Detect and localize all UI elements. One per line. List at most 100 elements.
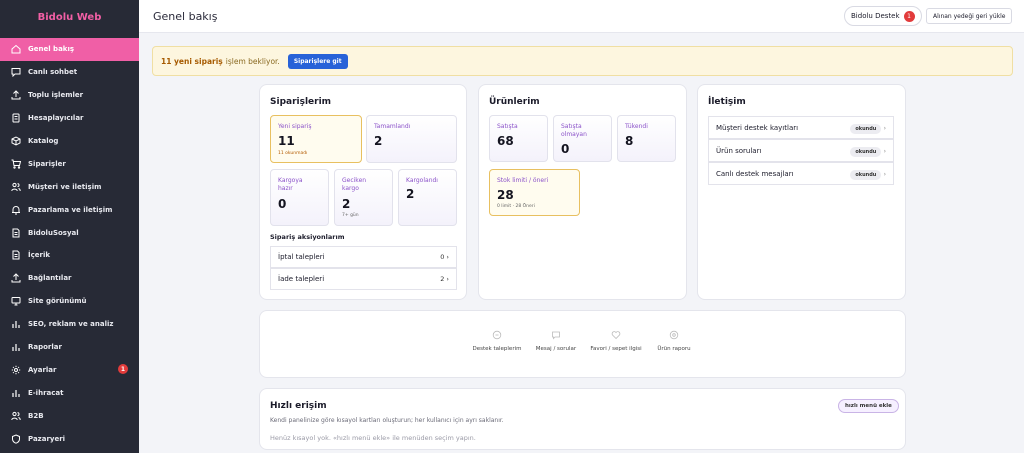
- sidebar-item-hesaplayicilar[interactable]: Hesaplayıcılar: [0, 107, 139, 130]
- orders-card: Siparişlerim Yeni sipariş 11 11 okunmadı…: [259, 84, 467, 300]
- order-actions-title: Sipariş aksiyonlarım: [270, 233, 345, 241]
- products-title: Ürünlerim: [489, 97, 540, 107]
- sidebar-item-label: Hesaplayıcılar: [28, 114, 84, 123]
- sidebar-item-musteri-iletisim[interactable]: Müşteri ve iletişim: [0, 175, 139, 198]
- shortcut-messages[interactable]: Mesaj / sorular: [526, 330, 586, 353]
- shortcut-favorites[interactable]: Favori / sepet ilgisi: [586, 330, 646, 353]
- sidebar-item-label: Site görünümü: [28, 297, 87, 306]
- support-button[interactable]: Bidolu Destek 1: [844, 6, 922, 26]
- heart-icon: [611, 331, 621, 340]
- sidebar-item-baglantilar[interactable]: Bağlantılar: [0, 267, 139, 290]
- sidebar-item-label: Pazarlama ve iletişim: [28, 205, 113, 214]
- sidebar-item-label: Bağlantılar: [28, 274, 72, 283]
- sidebar-item-label: BidoluSosyal: [28, 228, 79, 237]
- stat-value: 8: [625, 134, 634, 148]
- live-support-row[interactable]: Canlı destek mesajları okundu ›: [708, 162, 894, 185]
- bell-icon: [12, 205, 20, 215]
- sidebar-item-bidolusosyal[interactable]: BidoluSosyal: [0, 221, 139, 244]
- sidebar-item-siparisler[interactable]: Siparişler: [0, 152, 139, 175]
- brand-logo[interactable]: Bidolu Web: [0, 0, 139, 34]
- sidebar-item-katalog[interactable]: Katalog: [0, 130, 139, 153]
- row-count: 2 ›: [440, 275, 449, 283]
- upload-icon: [11, 90, 21, 100]
- document-icon: [12, 250, 20, 260]
- chevron-right-icon: ›: [883, 124, 886, 132]
- support-label: Bidolu Destek: [851, 12, 900, 20]
- sidebar-item-label: Siparişler: [28, 159, 66, 168]
- product-questions-row[interactable]: Ürün soruları okundu ›: [708, 139, 894, 162]
- sidebar-item-seo[interactable]: SEO, reklam ve analiz: [0, 313, 139, 336]
- go-to-orders-button[interactable]: Siparişlere git: [287, 53, 348, 69]
- row-label: Müşteri destek kayıtları: [716, 123, 799, 132]
- shortcuts-card: Destek taleplerim Mesaj / sorular Favori…: [259, 310, 906, 378]
- stat-value: 0: [561, 142, 570, 156]
- shortcut-label: Mesaj / sorular: [535, 346, 577, 352]
- sidebar-item-label: B2B: [28, 411, 44, 420]
- stat-sub: 7+ gün: [342, 213, 359, 218]
- shield-icon: [12, 434, 20, 444]
- quick-access-card: Hızlı erişim hızlı menü ekle Kendi panel…: [259, 388, 906, 450]
- sidebar-item-pazaryeri[interactable]: Pazaryeri: [0, 427, 139, 450]
- sidebar-item-pazarlama[interactable]: Pazarlama ve iletişim: [0, 198, 139, 221]
- stat-on-sale[interactable]: Satışta 68: [489, 115, 548, 162]
- stat-not-on-sale[interactable]: Satışta olmayan 0: [553, 115, 612, 162]
- sidebar-item-label: SEO, reklam ve analiz: [28, 320, 114, 329]
- sidebar-item-icerik[interactable]: İçerik: [0, 244, 139, 267]
- upload-icon: [11, 273, 21, 283]
- sidebar-nav: Genel bakış Canlı sohbet Toplu işlemler …: [0, 38, 139, 450]
- return-requests-row[interactable]: İade talepleri 2 ›: [270, 268, 457, 290]
- stat-shipped[interactable]: Kargolandı 2: [398, 169, 457, 226]
- products-card: Ürünlerim Satışta 68 Satışta olmayan 0 T…: [478, 84, 687, 300]
- sidebar-item-genel-bakis[interactable]: Genel bakış: [0, 38, 139, 61]
- sidebar-item-label: İçerik: [28, 251, 51, 260]
- row-label: İptal talepleri: [278, 253, 325, 261]
- sidebar: Bidolu Web Genel bakış Canlı sohbet Topl…: [0, 0, 139, 453]
- sidebar-item-e-ihracat[interactable]: E-ihracat: [0, 381, 139, 404]
- contact-title: İletişim: [708, 97, 746, 107]
- sidebar-item-canli-sohbet[interactable]: Canlı sohbet: [0, 61, 139, 84]
- orders-title: Siparişlerim: [270, 97, 332, 107]
- top-bar: Genel bakış Bidolu Destek 1 Alınan yedeğ…: [139, 0, 1024, 33]
- shortcut-label: Favori / sepet ilgisi: [590, 346, 642, 352]
- sidebar-item-b2b[interactable]: B2B: [0, 404, 139, 427]
- shortcut-product-report[interactable]: Ürün raporu: [644, 330, 704, 353]
- stat-delayed-shipping[interactable]: Geciken kargo 2 7+ gün: [334, 169, 393, 226]
- chat-icon: [11, 68, 21, 78]
- restore-backup-button[interactable]: Alınan yedeği geri yükle: [926, 8, 1013, 24]
- row-label: Canlı destek mesajları: [716, 169, 794, 178]
- stat-value: 2: [406, 187, 415, 201]
- sidebar-item-label: Pazaryeri: [28, 434, 66, 443]
- bar-chart-icon: [12, 321, 20, 329]
- stat-label: Tükendi: [625, 123, 648, 130]
- stat-label: Geciken kargo: [342, 177, 367, 192]
- bar-chart-icon: [12, 344, 20, 352]
- cancel-requests-row[interactable]: İptal talepleri 0 ›: [270, 246, 457, 268]
- quick-access-description: Kendi panelinize göre kısayol kartları o…: [270, 417, 504, 424]
- users-icon: [11, 182, 21, 191]
- stat-new-orders[interactable]: Yeni sipariş 11 11 okunmadı: [270, 115, 362, 163]
- row-label: Ürün soruları: [716, 146, 762, 155]
- stat-label: Kargolandı: [406, 177, 438, 184]
- shortcut-label: Destek taleplerim: [472, 346, 522, 352]
- stat-sold-out[interactable]: Tükendi 8: [617, 115, 676, 162]
- sidebar-item-ayarlar[interactable]: Ayarlar 1: [0, 358, 139, 381]
- stat-completed[interactable]: Tamamlandı 2: [366, 115, 457, 163]
- stat-label: Tamamlandı: [374, 123, 411, 130]
- stat-ready-to-ship[interactable]: Kargoya hazır 0: [270, 169, 329, 226]
- box-icon: [11, 136, 21, 146]
- shortcut-support-tickets[interactable]: Destek taleplerim: [467, 330, 527, 353]
- calculator-icon: [12, 113, 20, 123]
- sidebar-item-label: Canlı sohbet: [28, 68, 78, 77]
- stat-value: 0: [278, 197, 287, 211]
- sidebar-item-label: Müşteri ve iletişim: [28, 182, 102, 191]
- sidebar-item-raporlar[interactable]: Raporlar: [0, 336, 139, 359]
- support-records-row[interactable]: Müşteri destek kayıtları okundu ›: [708, 116, 894, 139]
- pending-orders-notice: 11 yeni sipariş işlem bekliyor. Siparişl…: [152, 46, 1013, 76]
- cart-icon: [11, 159, 21, 169]
- add-quick-menu-button[interactable]: hızlı menü ekle: [838, 399, 899, 413]
- sidebar-item-site-gorunumu[interactable]: Site görünümü: [0, 290, 139, 313]
- sidebar-item-toplu-islemler[interactable]: Toplu işlemler: [0, 84, 139, 107]
- sidebar-item-label: Ayarlar: [28, 365, 57, 374]
- settings-icon: [11, 365, 21, 375]
- stat-stock-limit[interactable]: Stok limiti / öneri 28 0 limit · 28 Öner…: [489, 169, 580, 216]
